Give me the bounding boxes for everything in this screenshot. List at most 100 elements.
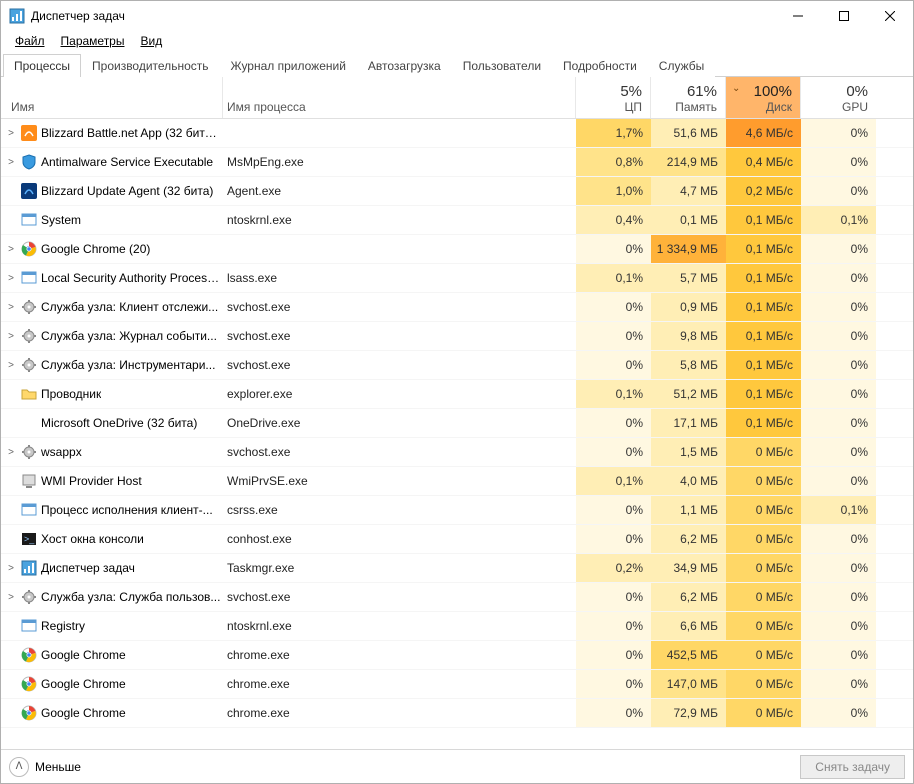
process-icon bbox=[21, 502, 37, 518]
process-row[interactable]: Процесс исполнения клиент-...csrss.exe0%… bbox=[1, 496, 913, 525]
name-cell: Google Chrome bbox=[1, 699, 223, 727]
mem-cell: 147,0 МБ bbox=[651, 670, 726, 698]
menu-view[interactable]: Вид bbox=[132, 32, 170, 50]
expand-icon[interactable]: > bbox=[5, 302, 17, 313]
process-row[interactable]: >wsappxsvchost.exe0%1,5 МБ0 МБ/с0% bbox=[1, 438, 913, 467]
cpu-cell: 0,1% bbox=[576, 467, 651, 495]
disk-label: Диск bbox=[766, 100, 792, 114]
exe-cell: MsMpEng.exe bbox=[223, 148, 576, 176]
exe-cell: chrome.exe bbox=[223, 699, 576, 727]
cpu-cell: 0% bbox=[576, 496, 651, 524]
gpu-cell: 0,1% bbox=[801, 206, 876, 234]
process-list[interactable]: >Blizzard Battle.net App (32 бита)...1,7… bbox=[1, 119, 913, 749]
process-name: Хост окна консоли bbox=[41, 532, 144, 546]
tab-apphistory[interactable]: Журнал приложений bbox=[220, 54, 357, 77]
col-cpu[interactable]: 5% ЦП bbox=[576, 77, 651, 118]
process-icon bbox=[21, 647, 37, 663]
gpu-cell: 0% bbox=[801, 554, 876, 582]
disk-cell: 0 МБ/с bbox=[726, 612, 801, 640]
fewer-details-label[interactable]: Меньше bbox=[35, 760, 81, 774]
name-cell: >Служба узла: Журнал событи... bbox=[1, 322, 223, 350]
mem-cell: 5,7 МБ bbox=[651, 264, 726, 292]
col-gpu[interactable]: 0% GPU bbox=[801, 77, 876, 118]
cpu-cell: 0% bbox=[576, 612, 651, 640]
tab-details[interactable]: Подробности bbox=[552, 54, 648, 77]
expand-icon[interactable]: > bbox=[5, 592, 17, 603]
exe-cell bbox=[223, 119, 576, 147]
mem-pct: 61% bbox=[687, 83, 717, 100]
expand-icon[interactable]: > bbox=[5, 331, 17, 342]
menu-file[interactable]: Файл bbox=[7, 32, 53, 50]
name-cell: >Служба узла: Инструментари... bbox=[1, 351, 223, 379]
titlebar: Диспетчер задач bbox=[1, 1, 913, 31]
tab-startup[interactable]: Автозагрузка bbox=[357, 54, 452, 77]
tab-services[interactable]: Службы bbox=[648, 54, 715, 77]
process-row[interactable]: Registryntoskrnl.exe0%6,6 МБ0 МБ/с0% bbox=[1, 612, 913, 641]
tab-performance[interactable]: Производительность bbox=[81, 54, 219, 77]
mem-cell: 1,5 МБ bbox=[651, 438, 726, 466]
process-icon bbox=[21, 241, 37, 257]
process-icon bbox=[21, 328, 37, 344]
expand-icon[interactable]: > bbox=[5, 447, 17, 458]
process-row[interactable]: Microsoft OneDrive (32 бита)OneDrive.exe… bbox=[1, 409, 913, 438]
disk-cell: 0,2 МБ/с bbox=[726, 177, 801, 205]
process-row[interactable]: >Служба узла: Клиент отслежи...svchost.e… bbox=[1, 293, 913, 322]
process-row[interactable]: >Служба узла: Инструментари...svchost.ex… bbox=[1, 351, 913, 380]
tab-users[interactable]: Пользователи bbox=[452, 54, 552, 77]
process-row[interactable]: Systemntoskrnl.exe0,4%0,1 МБ0,1 МБ/с0,1% bbox=[1, 206, 913, 235]
expand-icon[interactable]: > bbox=[5, 563, 17, 574]
expand-icon[interactable]: > bbox=[5, 360, 17, 371]
name-cell: Процесс исполнения клиент-... bbox=[1, 496, 223, 524]
disk-cell: 4,6 МБ/с bbox=[726, 119, 801, 147]
process-row[interactable]: >Служба узла: Служба пользов...svchost.e… bbox=[1, 583, 913, 612]
process-row[interactable]: >Диспетчер задачTaskmgr.exe0,2%34,9 МБ0 … bbox=[1, 554, 913, 583]
process-row[interactable]: Google Chromechrome.exe0%452,5 МБ0 МБ/с0… bbox=[1, 641, 913, 670]
col-name[interactable]: Имя bbox=[1, 77, 223, 118]
process-row[interactable]: Проводникexplorer.exe0,1%51,2 МБ0,1 МБ/с… bbox=[1, 380, 913, 409]
process-icon bbox=[21, 386, 37, 402]
process-row[interactable]: Google Chromechrome.exe0%147,0 МБ0 МБ/с0… bbox=[1, 670, 913, 699]
maximize-button[interactable] bbox=[821, 1, 867, 31]
expand-icon[interactable]: > bbox=[5, 128, 17, 139]
cpu-cell: 0% bbox=[576, 351, 651, 379]
tab-processes[interactable]: Процессы bbox=[3, 54, 81, 77]
process-row[interactable]: >Служба узла: Журнал событи...svchost.ex… bbox=[1, 322, 913, 351]
col-disk[interactable]: ⌄ 100% Диск bbox=[726, 77, 801, 118]
col-procname[interactable]: Имя процесса bbox=[223, 77, 576, 118]
process-row[interactable]: > Antimalware Service Executable MsMpEng.e… bbox=[1, 148, 913, 177]
process-row[interactable]: >Local Security Authority Process...lsas… bbox=[1, 264, 913, 293]
collapse-button[interactable]: ᐱ bbox=[9, 757, 29, 777]
end-task-button[interactable]: Снять задачу bbox=[800, 755, 905, 779]
process-icon bbox=[21, 212, 37, 228]
exe-cell: conhost.exe bbox=[223, 525, 576, 553]
process-row[interactable]: >Blizzard Battle.net App (32 бита)...1,7… bbox=[1, 119, 913, 148]
disk-cell: 0,4 МБ/с bbox=[726, 148, 801, 176]
exe-cell: svchost.exe bbox=[223, 322, 576, 350]
process-row[interactable]: WMI Provider HostWmiPrvSE.exe0,1%4,0 МБ0… bbox=[1, 467, 913, 496]
name-cell: >Google Chrome (20) bbox=[1, 235, 223, 263]
process-row[interactable]: >Google Chrome (20)0%1 334,9 МБ0,1 МБ/с0… bbox=[1, 235, 913, 264]
disk-cell: 0,1 МБ/с bbox=[726, 235, 801, 263]
mem-cell: 5,8 МБ bbox=[651, 351, 726, 379]
gpu-cell: 0% bbox=[801, 322, 876, 350]
process-name: Antimalware Service Executable bbox=[41, 155, 213, 169]
process-row[interactable]: Blizzard Update Agent (32 бита)Agent.exe… bbox=[1, 177, 913, 206]
minimize-button[interactable] bbox=[775, 1, 821, 31]
process-row[interactable]: Google Chromechrome.exe0%72,9 МБ0 МБ/с0% bbox=[1, 699, 913, 728]
exe-cell: csrss.exe bbox=[223, 496, 576, 524]
process-name: WMI Provider Host bbox=[41, 474, 142, 488]
tabs: Процессы Производительность Журнал прило… bbox=[1, 53, 913, 77]
cpu-cell: 0% bbox=[576, 235, 651, 263]
process-name: Проводник bbox=[41, 387, 101, 401]
gpu-cell: 0% bbox=[801, 438, 876, 466]
expand-icon[interactable]: > bbox=[5, 273, 17, 284]
close-button[interactable] bbox=[867, 1, 913, 31]
col-memory[interactable]: 61% Память bbox=[651, 77, 726, 118]
menu-options[interactable]: Параметры bbox=[53, 32, 133, 50]
process-row[interactable]: >_Хост окна консолиconhost.exe0%6,2 МБ0 … bbox=[1, 525, 913, 554]
disk-pct: 100% bbox=[754, 83, 792, 100]
expand-icon[interactable]: > bbox=[5, 244, 17, 255]
exe-cell: ntoskrnl.exe bbox=[223, 612, 576, 640]
cpu-cell: 0% bbox=[576, 583, 651, 611]
expand-icon[interactable]: > bbox=[5, 157, 17, 168]
